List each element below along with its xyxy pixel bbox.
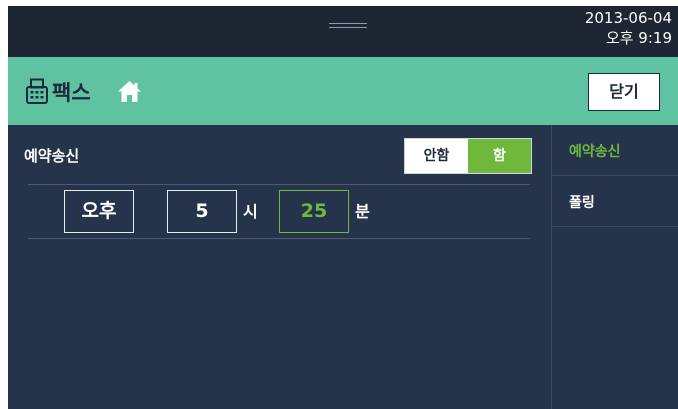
reservation-toggle[interactable]: 안함 함 <box>404 138 532 174</box>
hour-unit-label: 시 <box>243 202 258 221</box>
reservation-label: 예약송신 <box>24 147 80 165</box>
time-text: 오후 9:19 <box>605 29 672 47</box>
status-bar: 2013-06-04 오후 9:19 <box>8 6 678 57</box>
header-bar: 팩스 닫기 <box>8 57 678 125</box>
screen: 2013-06-04 오후 9:19 팩스 닫기 예약송신 안함 함 오후 5 … <box>8 6 678 409</box>
toggle-on-option[interactable]: 함 <box>468 139 531 173</box>
sidebar-item-reservation[interactable]: 예약송신 <box>552 125 678 176</box>
ampm-selector[interactable]: 오후 <box>64 190 134 233</box>
divider <box>28 184 530 185</box>
page-title: 팩스 <box>52 81 91 105</box>
hour-field[interactable]: 5 <box>167 190 237 233</box>
sidebar-item-label: 예약송신 <box>569 144 621 160</box>
date-text: 2013-06-04 <box>584 9 672 27</box>
fax-icon <box>26 78 48 104</box>
close-button[interactable]: 닫기 <box>588 73 660 111</box>
sidebar-item-polling[interactable]: 폴링 <box>552 176 678 227</box>
home-icon[interactable] <box>117 80 142 103</box>
minute-field[interactable]: 25 <box>279 190 349 233</box>
sidebar-item-label: 폴링 <box>569 195 595 211</box>
clock: 2013-06-04 오후 9:19 <box>585 8 672 48</box>
minute-unit-label: 분 <box>355 202 370 221</box>
divider <box>28 238 530 239</box>
pulldown-handle[interactable] <box>329 23 367 29</box>
toggle-off-option[interactable]: 안함 <box>405 139 468 173</box>
sidebar: 예약송신 폴링 <box>551 125 678 409</box>
main-panel: 예약송신 안함 함 오후 5 시 25 분 <box>8 125 551 409</box>
